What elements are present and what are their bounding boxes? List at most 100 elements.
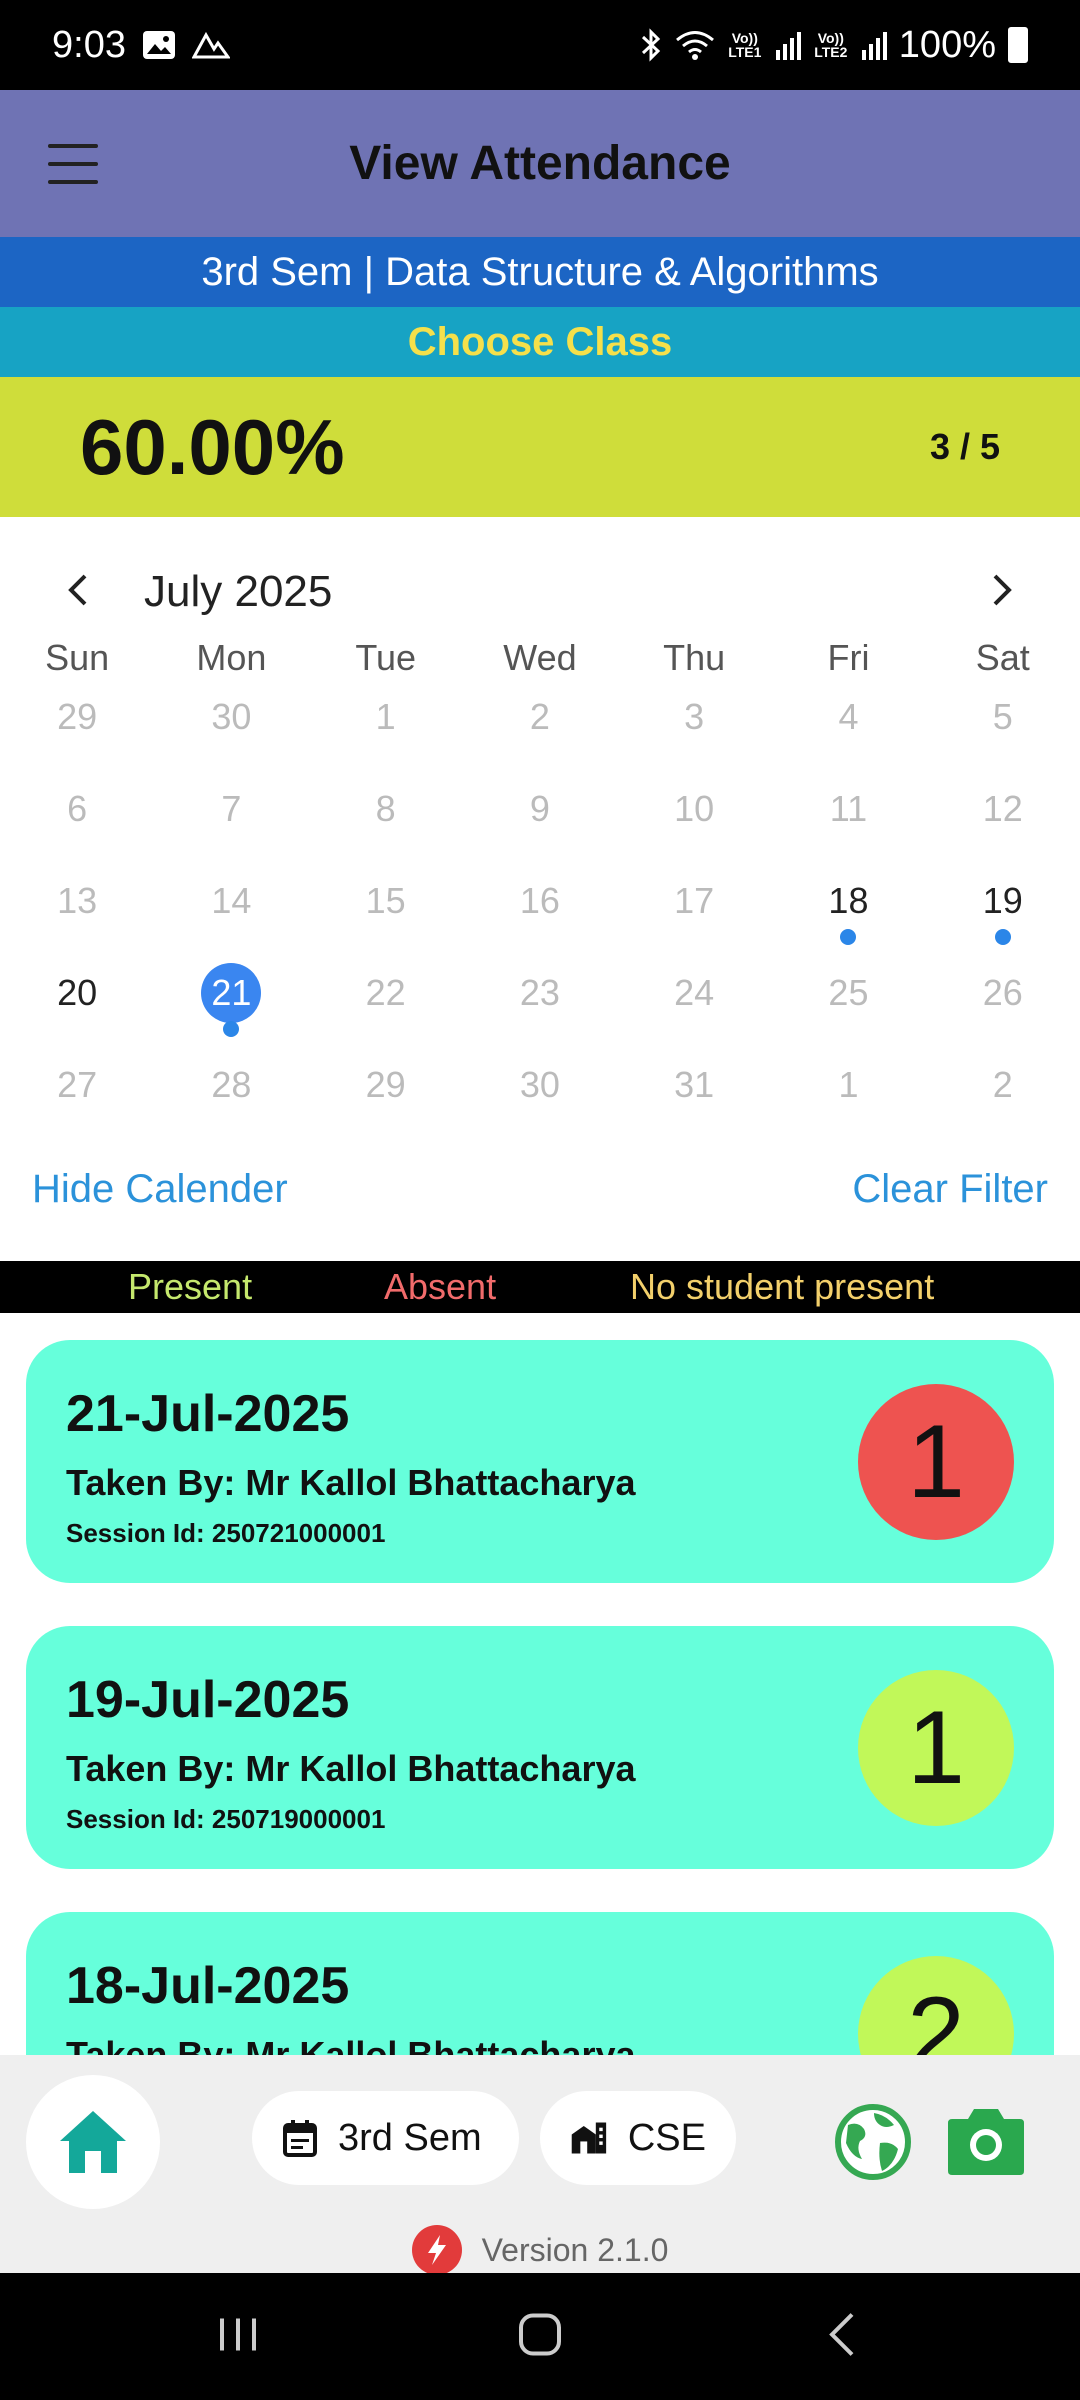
calendar-day[interactable]: 16 <box>463 871 617 963</box>
globe-icon[interactable] <box>834 2103 912 2186</box>
session-list: 21-Jul-2025 Taken By: Mr Kallol Bhattach… <box>0 1313 1080 2055</box>
calendar-day-number: 2 <box>529 696 550 737</box>
calendar-week: 29 30 1 2 3 4 5 <box>0 687 1080 779</box>
app-bar: View Attendance <box>0 90 1080 237</box>
semester-chip[interactable]: 3rd Sem <box>252 2091 519 2185</box>
app-notification-icon <box>191 31 230 59</box>
calendar-day[interactable]: 15 <box>309 871 463 963</box>
bluetooth-icon <box>639 28 663 62</box>
calendar-day[interactable]: 23 <box>463 963 617 1055</box>
calendar-day-number: 2 <box>992 1064 1013 1105</box>
status-bar: 9:03 Vo)) LTE1 Vo)) LTE2 100% <box>0 0 1080 90</box>
calendar-day[interactable]: 28 <box>154 1055 308 1147</box>
calendar-day[interactable]: 13 <box>0 871 154 963</box>
subject-label: 3rd Sem | Data Structure & Algorithms <box>0 237 1080 307</box>
calendar-week: 27 28 29 30 31 1 2 <box>0 1055 1080 1147</box>
calendar-day[interactable]: 1 <box>309 687 463 779</box>
calendar-day[interactable]: 4 <box>771 687 925 779</box>
attendance-ratio: 3 / 5 <box>929 426 1000 467</box>
calendar-day[interactable]: 5 <box>926 687 1080 779</box>
previous-month-chevron-icon[interactable] <box>48 561 108 623</box>
building-icon <box>571 2122 607 2154</box>
calendar-week: 20 21 22 23 24 25 26 <box>0 963 1080 1055</box>
calendar-day[interactable]: 26 <box>926 963 1080 1055</box>
calendar-day-number: 29 <box>365 1064 406 1105</box>
calendar-day-number: 12 <box>982 788 1023 829</box>
battery-icon <box>1008 27 1028 63</box>
calendar-day-number: 19 <box>982 880 1023 921</box>
calendar-day-number: 4 <box>838 696 859 737</box>
version-label: Version 2.1.0 <box>481 2231 669 2268</box>
calendar-day-number: 24 <box>674 972 715 1013</box>
calendar-day[interactable]: 10 <box>617 779 771 871</box>
calendar-day[interactable]: 25 <box>771 963 925 1055</box>
calendar-day[interactable]: 12 <box>926 779 1080 871</box>
calendar-day-number: 15 <box>365 880 406 921</box>
attendance-summary: 60.00% 3 / 5 <box>0 377 1080 517</box>
weekday-label: Sat <box>975 637 1030 678</box>
calendar-day-number: 16 <box>519 880 560 921</box>
recent-apps-icon[interactable] <box>216 2312 260 2361</box>
calendar: July 2025 Sun Mon Tue Wed Thu Fri Sat 29… <box>0 517 1080 1261</box>
bottom-bar: 3rd Sem CSE Version 2.1.0 <box>0 2055 1080 2275</box>
attendance-dot-icon <box>223 1021 240 1037</box>
session-card[interactable]: 19-Jul-2025 Taken By: Mr Kallol Bhattach… <box>26 1626 1054 1869</box>
session-id: Session Id: 250721000001 <box>66 1518 386 1548</box>
hide-calendar-button[interactable]: Hide Calender <box>32 1167 288 1212</box>
calendar-day[interactable]: 30 <box>463 1055 617 1147</box>
next-month-chevron-icon[interactable] <box>972 561 1032 623</box>
session-card[interactable]: 21-Jul-2025 Taken By: Mr Kallol Bhattach… <box>26 1340 1054 1583</box>
calendar-day[interactable]: 7 <box>154 779 308 871</box>
department-chip[interactable]: CSE <box>540 2091 736 2185</box>
calendar-month: July 2025 <box>144 567 333 616</box>
calendar-day[interactable]: 21 <box>154 963 308 1055</box>
calendar-day[interactable]: 18 <box>771 871 925 963</box>
calendar-day-number: 27 <box>57 1064 98 1105</box>
calendar-day[interactable]: 24 <box>617 963 771 1055</box>
calendar-day[interactable]: 14 <box>154 871 308 963</box>
home-button[interactable] <box>26 2075 160 2209</box>
calendar-week: 13 14 15 16 17 18 19 <box>0 871 1080 963</box>
session-card[interactable]: 18-Jul-2025 Taken By: Mr Kallol Bhattach… <box>26 1912 1054 2055</box>
weekday-header: Sun Mon Tue Wed Thu Fri Sat <box>0 637 1080 679</box>
calendar-day[interactable]: 17 <box>617 871 771 963</box>
calendar-day-number: 30 <box>211 696 252 737</box>
calendar-day-number: 10 <box>674 788 715 829</box>
calendar-day[interactable]: 6 <box>0 779 154 871</box>
calendar-day[interactable]: 29 <box>309 1055 463 1147</box>
calendar-day[interactable]: 22 <box>309 963 463 1055</box>
calendar-day[interactable]: 8 <box>309 779 463 871</box>
calendar-day-number: 9 <box>529 788 550 829</box>
calendar-day[interactable]: 29 <box>0 687 154 779</box>
calendar-day[interactable]: 1 <box>771 1055 925 1147</box>
choose-class-button[interactable]: Choose Class <box>0 307 1080 377</box>
calendar-day[interactable]: 31 <box>617 1055 771 1147</box>
calendar-day[interactable]: 11 <box>771 779 925 871</box>
calendar-day[interactable]: 19 <box>926 871 1080 963</box>
calendar-day[interactable]: 9 <box>463 779 617 871</box>
network-1-label: Vo)) LTE1 <box>728 30 762 60</box>
calendar-day-number: 6 <box>67 788 88 829</box>
calendar-day[interactable]: 2 <box>463 687 617 779</box>
status-legend: Present Absent No student present <box>0 1261 1080 1313</box>
back-nav-icon[interactable] <box>822 2310 862 2363</box>
weekday-label: Tue <box>355 637 417 678</box>
battery-percent: 100% <box>898 23 996 66</box>
network-2-label: Vo)) LTE2 <box>814 30 848 60</box>
home-nav-icon[interactable] <box>516 2310 564 2363</box>
camera-icon[interactable] <box>946 2103 1026 2182</box>
calendar-day-number: 7 <box>221 788 242 829</box>
menu-icon[interactable] <box>48 143 98 184</box>
calendar-day[interactable]: 20 <box>0 963 154 1055</box>
department-label: CSE <box>627 2116 706 2159</box>
calendar-day-number: 18 <box>828 880 869 921</box>
calendar-day-number: 13 <box>57 880 98 921</box>
calendar-day[interactable]: 30 <box>154 687 308 779</box>
wifi-icon <box>675 29 715 61</box>
gallery-icon <box>142 30 176 60</box>
calendar-day[interactable]: 3 <box>617 687 771 779</box>
calendar-day-number: 28 <box>211 1064 252 1105</box>
calendar-day[interactable]: 27 <box>0 1055 154 1147</box>
calendar-day[interactable]: 2 <box>926 1055 1080 1147</box>
clear-filter-button[interactable]: Clear Filter <box>852 1167 1048 1212</box>
